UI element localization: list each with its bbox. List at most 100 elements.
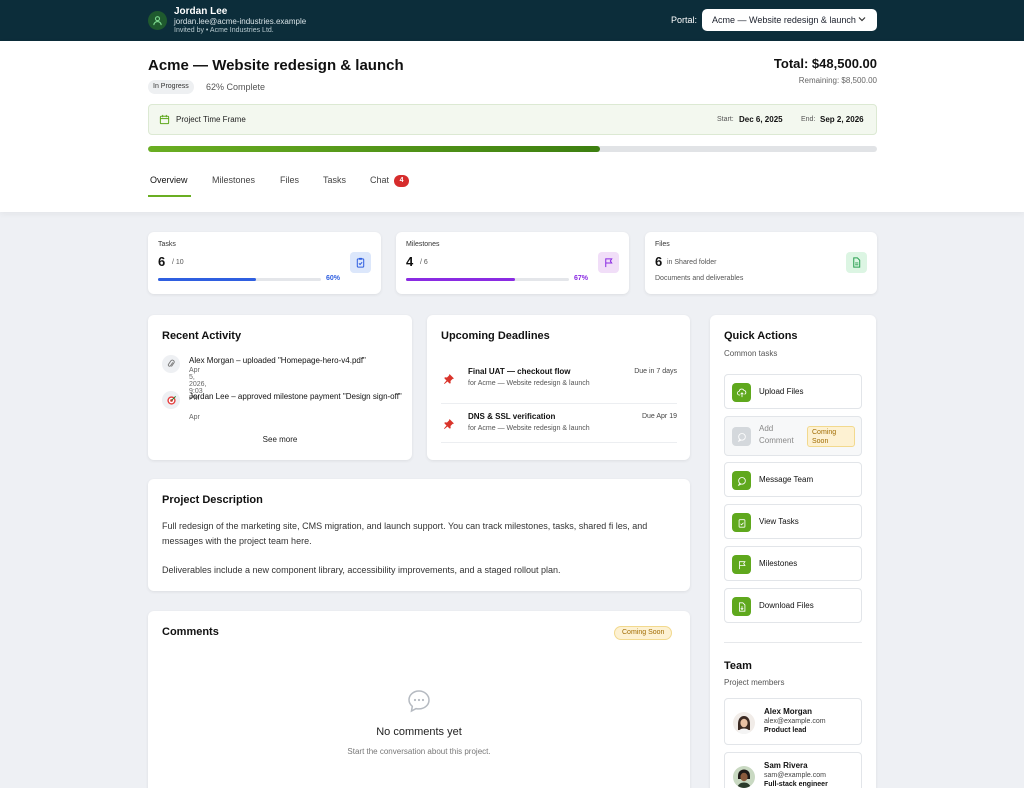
pushpin-icon [444,419,454,429]
milestones-progress-fill [406,278,516,281]
comments-card: Comments Coming Soon No comments yet Sta… [148,611,690,788]
section-title: Quick Actions [724,330,798,342]
files-stat-card[interactable]: Files 6 in Shared folder Documents and d… [645,232,877,294]
stat-label: Files [655,241,670,248]
activity-time: Apr 5, 2026, 3:03 PM [189,414,200,421]
stat-description: Documents and deliverables [655,275,744,282]
tasks-percent: 60% [326,275,341,282]
end-label: End: [801,116,816,123]
stat-total: / 10 [172,259,184,266]
empty-state-subtitle: Start the conversation about this projec… [347,747,491,756]
user-icon [153,16,162,26]
chat-unread-badge: 4 [394,175,410,187]
deadline-title: DNS & SSL verification [468,412,556,421]
stat-value: 6 [158,254,166,269]
file-download-icon [732,597,751,616]
completion-text: 62% Complete [206,82,266,92]
document-icon [846,252,867,273]
deadline-title: Final UAT — checkout flow [468,367,571,376]
start-label: Start: [717,116,734,123]
member-role: Product lead [764,727,807,734]
project-progress-fill [148,146,600,152]
page-title: Acme — Website redesign & launch [148,57,404,74]
tab-overview[interactable]: Overview [150,175,188,185]
user-email: jordan.lee@acme-industries.example [174,17,307,26]
team-member[interactable]: Alex Morgan alex@example.com Product lea… [724,698,862,745]
deadline-item[interactable]: Final UAT — checkout flow for Acme — Web… [441,364,677,404]
tasks-stat-card[interactable]: Tasks 6 / 10 60% [148,232,381,294]
upload-files-button[interactable]: Upload Files [724,374,862,409]
tasks-progress-fill [158,278,256,281]
team-subtitle: Project members [724,678,785,687]
milestones-button[interactable]: Milestones [724,546,862,581]
message-icon [732,471,751,490]
upcoming-deadlines-card: Upcoming Deadlines Final UAT — checkout … [427,315,690,460]
user-avatar[interactable] [148,11,167,30]
project-timeframe: Project Time Frame Start: Dec 6, 2025 En… [148,104,877,135]
flag-icon [598,252,619,273]
chevron-down-icon [858,17,866,22]
button-label: Upload Files [759,387,804,396]
tab-tasks[interactable]: Tasks [323,175,346,185]
button-label: Message Team [759,475,814,484]
milestones-progress-bar [406,278,569,281]
status-badge: In Progress [148,80,194,94]
quick-actions-card: Quick Actions Common tasks Upload Files … [710,315,876,788]
clipboard-icon [350,252,371,273]
deadline-item[interactable]: DNS & SSL verification for Acme — Websit… [441,409,677,443]
remaining-amount: Remaining: $8,500.00 [798,76,877,85]
portal-selected-value: Acme — Website redesign & launch [712,15,856,25]
milestones-percent: 67% [574,275,589,282]
deadline-due: Due in 7 days [634,368,677,375]
description-paragraph: Full redesign of the marketing site, CMS… [162,521,648,546]
project-header: Acme — Website redesign & launch In Prog… [0,41,1024,212]
button-label: Milestones [759,559,798,568]
message-team-button[interactable]: Message Team [724,462,862,497]
button-label: Download Files [759,601,814,610]
member-name: Sam Rivera [764,761,808,770]
user-name: Jordan Lee [174,6,228,17]
tab-chat[interactable]: Chat 4 [370,175,410,187]
team-member[interactable]: Sam Rivera sam@example.com Full-stack en… [724,752,862,788]
member-name: Alex Morgan [764,707,813,716]
top-bar: Jordan Lee jordan.lee@acme-industries.ex… [0,0,1024,41]
stat-subtext: in Shared folder [667,259,717,266]
description-paragraph: Deliverables include a new component lib… [162,565,561,575]
tasks-progress-bar [158,278,321,281]
target-icon [162,391,180,409]
stat-label: Milestones [406,241,440,248]
coming-soon-badge: Coming Soon [807,426,855,447]
portal-select[interactable]: Acme — Website redesign & launch [702,9,877,31]
member-role: Full-stack engineer [764,781,828,788]
download-files-button[interactable]: Download Files [724,588,862,623]
chat-bubble-icon [408,690,430,713]
stat-value: 6 [655,254,663,269]
clipboard-icon [732,513,751,532]
comment-icon [732,427,751,446]
start-date: Dec 6, 2025 [739,115,783,124]
button-label: Add Comment [759,424,794,445]
tab-milestones[interactable]: Milestones [212,175,255,185]
timeframe-label: Project Time Frame [176,115,246,124]
stat-value: 4 [406,254,414,269]
add-comment-button[interactable]: Add Comment Coming Soon [724,416,862,456]
see-more-link[interactable]: See more [148,435,412,444]
member-email: alex@example.com [764,718,826,725]
view-tasks-button[interactable]: View Tasks [724,504,862,539]
section-title: Comments [162,626,219,638]
section-title: Upcoming Deadlines [441,330,550,342]
deadline-due: Due Apr 19 [641,413,677,420]
divider [724,642,862,643]
project-progress-bar [148,146,877,152]
activity-text: Jordan Lee – approved milestone payment … [189,392,402,401]
stat-label: Tasks [158,241,176,248]
tab-files[interactable]: Files [280,175,299,185]
milestones-stat-card[interactable]: Milestones 4 / 6 67% [396,232,629,294]
end-date: Sep 2, 2026 [820,115,864,124]
activity-text: Alex Morgan – uploaded "Homepage-hero-v4… [189,356,366,365]
flag-icon [732,555,751,574]
project-description-card: Project Description Full redesign of the… [148,479,690,591]
member-email: sam@example.com [764,772,826,779]
recent-activity-card: Recent Activity Alex Morgan – uploaded "… [148,315,412,460]
empty-state-title: No comments yet [376,726,462,738]
